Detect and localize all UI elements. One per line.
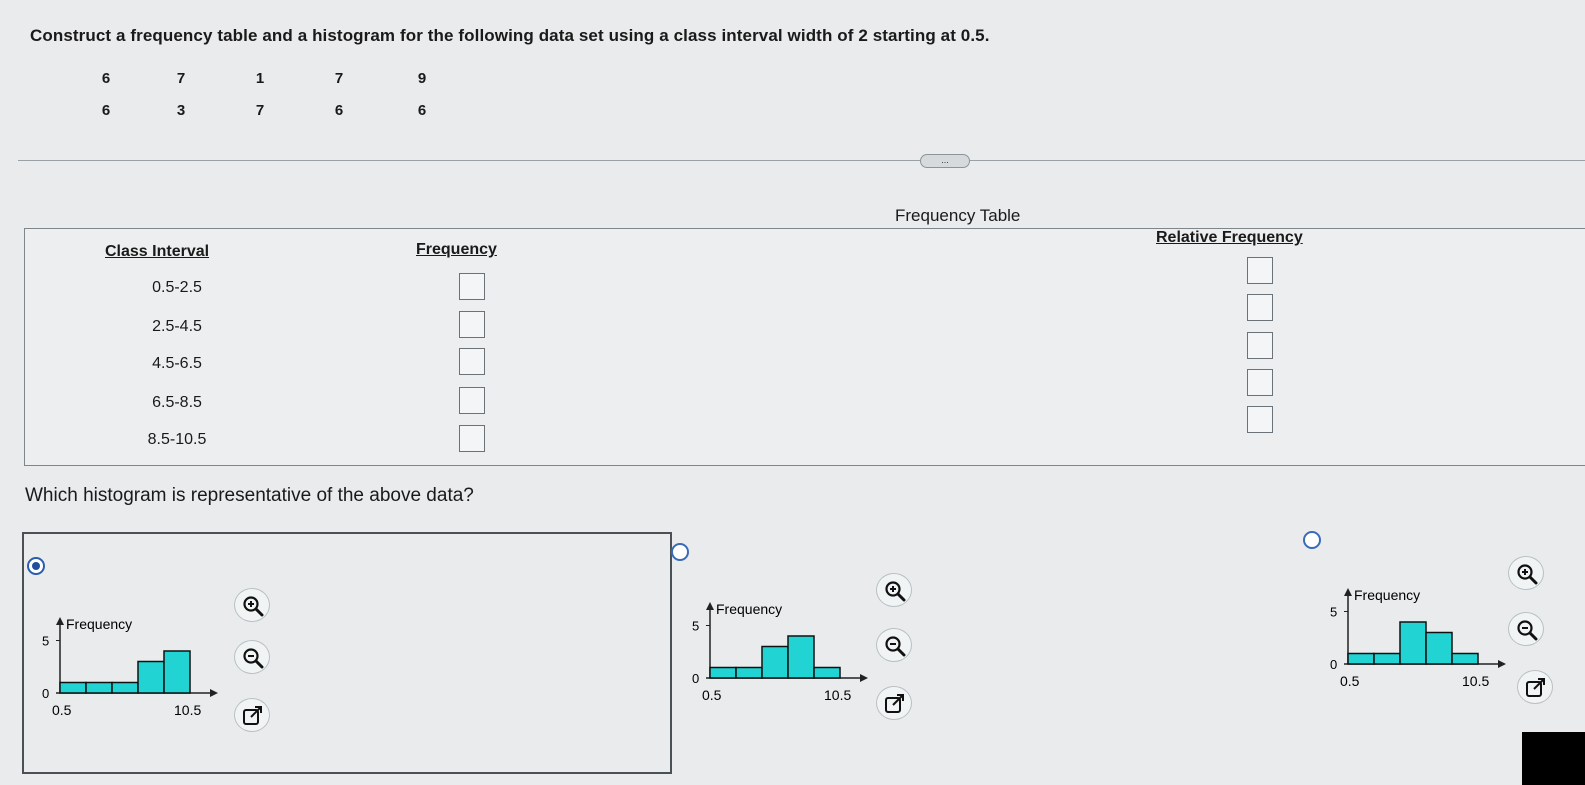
open-new-window-button[interactable] [1517,670,1553,704]
expand-button[interactable]: ... [920,154,970,168]
y-axis-label: Frequency [66,616,132,632]
x-tick-label: 0.5 [52,702,72,718]
relative-frequency-input[interactable] [1247,257,1273,284]
x-tick-label: 0.5 [702,687,722,703]
zoom-in-button[interactable] [876,573,912,607]
class-interval-label: 8.5-10.5 [147,431,207,448]
x-tick-label: 10.5 [1462,673,1489,689]
data-value: 6 [101,102,111,119]
y-tick-label: 0 [1330,657,1337,672]
histogram-option-c: 0 5 Frequency 0.5 10.5 [1330,587,1506,689]
zoom-out-button[interactable] [1508,612,1544,646]
frequency-input[interactable] [459,311,485,338]
zoom-out-button[interactable] [234,640,270,674]
data-value: 6 [101,70,111,87]
data-value: 7 [334,70,344,87]
zoom-out-button[interactable] [876,628,912,662]
histogram-bar [85,681,113,694]
histogram-bar [137,660,165,694]
data-value: 9 [417,70,427,87]
y-tick-label: 5 [1330,605,1337,620]
histogram-bar [1425,631,1453,665]
data-value: 1 [255,70,265,87]
relative-frequency-input[interactable] [1247,294,1273,321]
relative-frequency-input[interactable] [1247,369,1273,396]
histogram-bar [761,645,789,679]
histogram-bar [709,666,737,679]
class-interval-label: 4.5-6.5 [152,355,202,372]
histogram-option-a: 0 5 Frequency 0.5 10.5 [42,616,218,718]
zoom-in-button[interactable] [234,588,270,622]
class-interval-label: 6.5-8.5 [152,394,202,411]
frequency-table: Class Interval Frequency Relative Freque… [24,228,1585,466]
data-value: 6 [417,102,427,119]
class-interval-label: 0.5-2.5 [152,279,202,296]
histogram-bar [735,666,763,679]
option-a-radio[interactable] [27,557,45,575]
x-tick-label: 10.5 [174,702,201,718]
open-new-window-icon [243,706,262,725]
y-tick-label: 0 [42,686,49,701]
histogram-bar [813,666,841,679]
question-text: Construct a frequency table and a histog… [30,26,990,45]
zoom-out-icon [885,636,906,657]
y-axis-arrow [1344,588,1352,596]
frequency-input[interactable] [459,273,485,300]
y-tick-label: 5 [42,634,49,649]
histogram-bar [787,635,815,679]
x-tick-label: 0.5 [1340,673,1360,689]
section-divider [18,160,1585,161]
dark-overlay-corner [1522,732,1585,785]
histogram-bar [111,681,139,694]
histogram-bar [1451,652,1479,665]
frequency-input[interactable] [459,348,485,375]
zoom-in-icon [1517,564,1538,585]
class-interval-label: 2.5-4.5 [152,318,202,335]
frequency-input[interactable] [459,387,485,414]
frequency-input[interactable] [459,425,485,452]
zoom-in-icon [243,596,264,617]
y-axis-arrow [706,602,714,610]
x-axis-arrow [860,674,868,682]
header-class-interval: Class Interval [105,243,210,260]
option-b-radio[interactable] [671,543,689,561]
relative-frequency-input[interactable] [1247,332,1273,359]
x-tick-label: 10.5 [824,687,851,703]
open-new-window-button[interactable] [234,698,270,732]
histogram-bar [59,681,87,694]
y-tick-label: 0 [692,671,699,686]
zoom-in-icon [885,581,906,602]
histogram-question: Which histogram is representative of the… [25,485,474,506]
data-value: 7 [176,70,186,87]
table-title: Frequency Table [895,206,1021,225]
open-new-window-icon [885,694,904,713]
option-c-radio[interactable] [1303,531,1321,549]
zoom-out-icon [1517,620,1538,641]
histogram-bar [1347,652,1375,665]
y-tick-label: 5 [692,619,699,634]
open-new-window-icon [1526,678,1545,697]
histogram-bar [1399,621,1427,665]
histogram-bar [1373,652,1401,665]
y-axis-arrow [56,617,64,625]
histogram-bar [163,650,191,694]
relative-frequency-input[interactable] [1247,406,1273,433]
header-relative-frequency: Relative Frequency [1156,229,1303,246]
open-new-window-button[interactable] [876,686,912,720]
y-axis-label: Frequency [716,601,782,617]
data-value: 3 [176,102,186,119]
zoom-out-icon [243,648,264,669]
zoom-in-button[interactable] [1508,556,1544,590]
data-value: 6 [334,102,344,119]
x-axis-arrow [1498,660,1506,668]
header-frequency: Frequency [416,241,497,258]
x-axis-arrow [210,689,218,697]
histogram-option-b: 0 5 Frequency 0.5 10.5 [692,601,868,703]
y-axis-label: Frequency [1354,587,1420,603]
data-value: 7 [255,102,265,119]
